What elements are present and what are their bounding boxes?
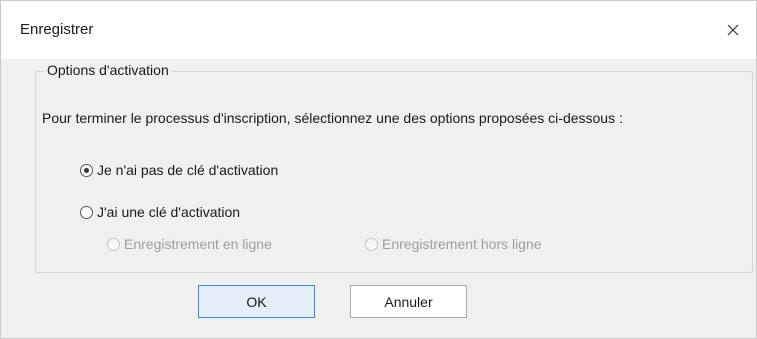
ok-button[interactable]: OK	[198, 285, 315, 318]
title-bar: Enregistrer	[1, 1, 756, 59]
radio-no-activation-key[interactable]: Je n'ai pas de clé d'activation	[80, 162, 278, 178]
radio-label: Enregistrement en ligne	[124, 236, 272, 252]
cancel-button[interactable]: Annuler	[350, 285, 467, 318]
radio-label: Je n'ai pas de clé d'activation	[97, 162, 279, 178]
registration-dialog: Enregistrer Options d'activation Pour te…	[0, 0, 757, 339]
instruction-text: Pour terminer le processus d'inscription…	[42, 110, 623, 126]
dialog-body: Options d'activation Pour terminer le pr…	[1, 59, 756, 338]
dialog-title: Enregistrer	[20, 21, 94, 38]
close-button[interactable]	[718, 15, 748, 45]
radio-button-checked[interactable]	[80, 163, 93, 177]
close-icon	[727, 24, 739, 36]
radio-online-registration: Enregistrement en ligne	[107, 236, 272, 252]
radio-label: J'ai une clé d'activation	[97, 204, 241, 220]
group-legend: Options d'activation	[44, 62, 172, 78]
radio-label: Enregistrement hors ligne	[382, 236, 542, 252]
radio-offline-registration: Enregistrement hors ligne	[365, 236, 542, 252]
radio-have-activation-key[interactable]: J'ai une clé d'activation	[80, 204, 240, 220]
radio-button-disabled	[365, 237, 378, 251]
radio-button[interactable]	[80, 205, 93, 219]
radio-button-disabled	[107, 237, 120, 251]
